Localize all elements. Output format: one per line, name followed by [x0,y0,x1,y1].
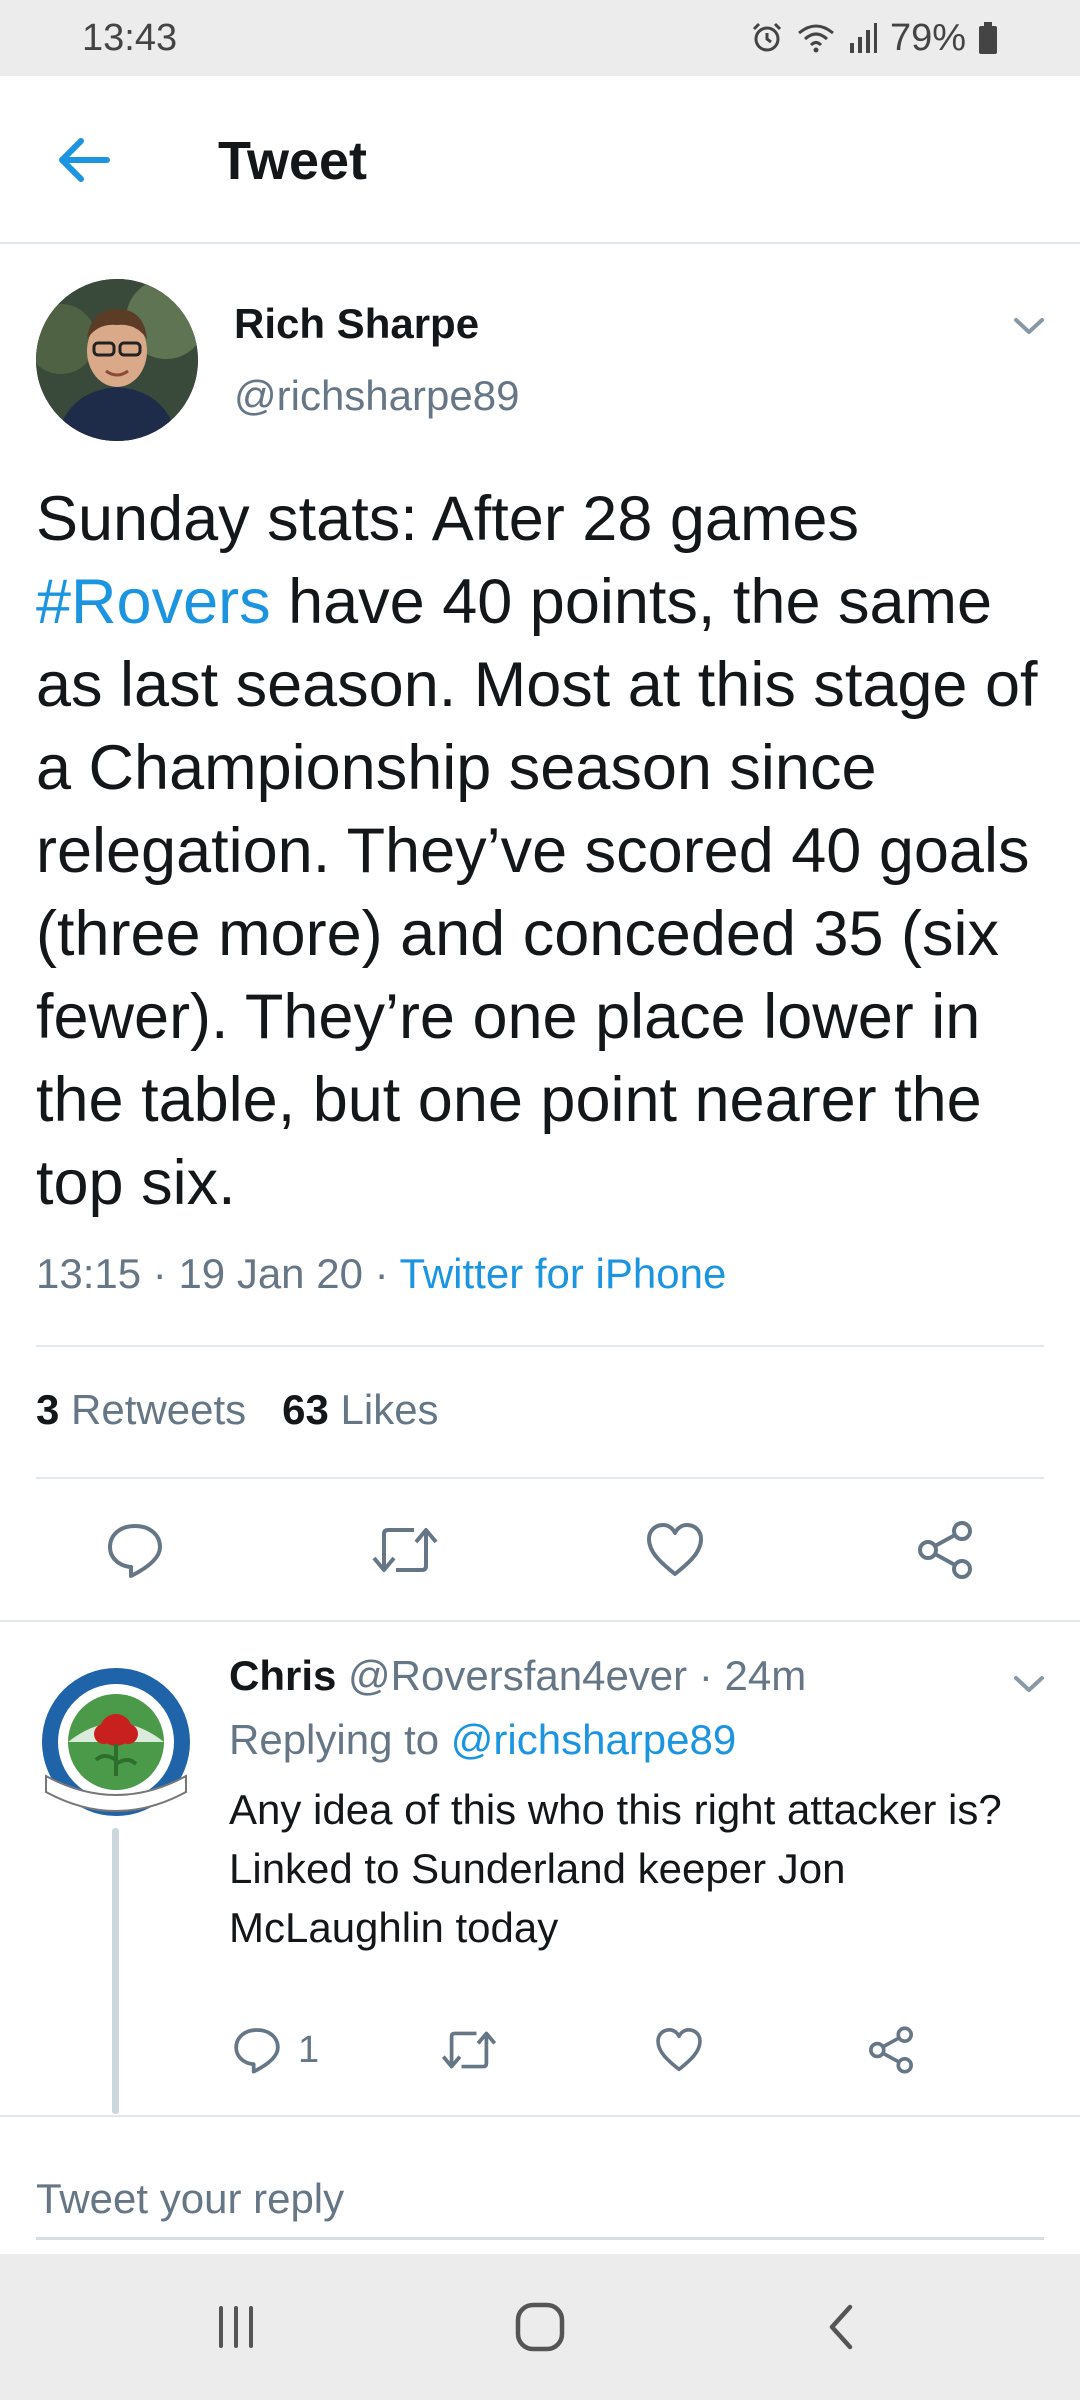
reply-count: 1 [298,2028,320,2071]
reply-header: Chris @Roversfan4ever · 24m [229,1652,806,1700]
avatar[interactable] [36,279,198,441]
likes-stat[interactable]: 63 Likes [282,1386,438,1433]
battery-percent: 79% [889,16,966,59]
retweet-button[interactable] [370,1515,440,1585]
alarm-icon [752,22,781,52]
author-name[interactable]: Rich Sharpe [234,300,479,348]
divider [36,1345,1044,1347]
replying-to-label: Replying to [229,1716,451,1763]
divider [0,1620,1080,1622]
like-button[interactable] [640,1515,710,1585]
share-icon [869,2026,913,2074]
battery-icon [979,22,997,54]
tweet-text-rest: have 40 points, the same as last season.… [36,567,1038,1218]
recent-apps-button[interactable] [196,2294,276,2360]
share-button[interactable] [910,1515,980,1585]
reply-author-handle[interactable]: @Roversfan4ever [348,1652,687,1699]
home-button[interactable] [500,2294,580,2360]
system-nav-bar [0,2254,1080,2400]
avatar-photo [36,279,198,441]
chevron-down-icon [1014,1676,1044,1692]
meta-separator: · [687,1652,725,1699]
likes-count: 63 [282,1386,329,1433]
signal-icon [849,23,877,53]
reply-menu-button[interactable] [1006,1664,1052,1704]
system-back-button[interactable] [800,2294,880,2360]
back-icon [829,2304,853,2350]
retweet-icon [372,1528,438,1572]
tweet-reply-input[interactable]: Tweet your reply [36,2160,1044,2240]
tweet-stats: 3 Retweets 63 Likes [36,1386,439,1434]
retweets-count: 3 [36,1386,60,1433]
heart-icon [656,2028,702,2072]
tweet-time: 13:15 [36,1250,142,1297]
tweet-actions [0,1500,1080,1600]
status-bar: 13:43 79% [0,0,1080,76]
wifi-icon [797,24,834,53]
tweet-text: Sunday stats: After 28 games #Rovers hav… [36,478,1046,1225]
page-title: Tweet [218,131,368,191]
reply-text: Any idea of this who this right attacker… [229,1786,1002,1951]
divider [36,1477,1044,1479]
heart-icon [647,1523,703,1576]
mention-link[interactable]: @richsharpe89 [451,1716,736,1763]
tweet-date: 19 Jan 20 [178,1250,363,1297]
app-header: Tweet [0,76,1080,244]
comment-icon [234,2028,280,2074]
retweets-label: Retweets [71,1386,247,1433]
tweet-timestamp: 13:15 · 19 Jan 20 · Twitter for iPhone [36,1250,726,1298]
tweet-text-start: Sunday stats: After 28 games [36,484,859,554]
hashtag-link[interactable]: #Rovers [36,567,271,637]
author-handle[interactable]: @richsharpe89 [234,372,519,420]
reply-like-button[interactable] [654,2020,704,2080]
reply-avatar[interactable] [38,1664,194,1820]
reply-button[interactable] [100,1515,170,1585]
retweet-icon [441,2031,497,2069]
reply-actions: 1 [0,2020,1080,2090]
likes-label: Likes [340,1386,439,1433]
reply-age: 24m [724,1652,807,1699]
replying-to: Replying to @richsharpe89 [229,1716,736,1764]
reply-retweet-button[interactable] [440,2020,498,2080]
comment-icon [108,1524,162,1578]
reply-share-button[interactable] [866,2020,916,2080]
chevron-down-icon [1014,318,1044,334]
home-icon [515,2302,565,2352]
meta-separator: · [141,1250,179,1297]
recent-apps-icon [219,2306,253,2348]
reply-author-name[interactable]: Chris [229,1652,336,1699]
tweet-menu-button[interactable] [1006,306,1052,346]
reply-reply-button[interactable]: 1 [232,2020,319,2080]
status-icons: 79% [750,17,998,60]
arrow-left-icon [59,138,110,182]
club-crest-image [42,1668,190,1816]
retweets-stat[interactable]: 3 Retweets [36,1386,246,1433]
tweet-source-link[interactable]: Twitter for iPhone [400,1250,727,1297]
back-button[interactable] [52,128,116,192]
divider [0,2115,1080,2117]
meta-separator: · [362,1250,400,1297]
status-time: 13:43 [82,16,178,59]
share-icon [918,1521,972,1579]
